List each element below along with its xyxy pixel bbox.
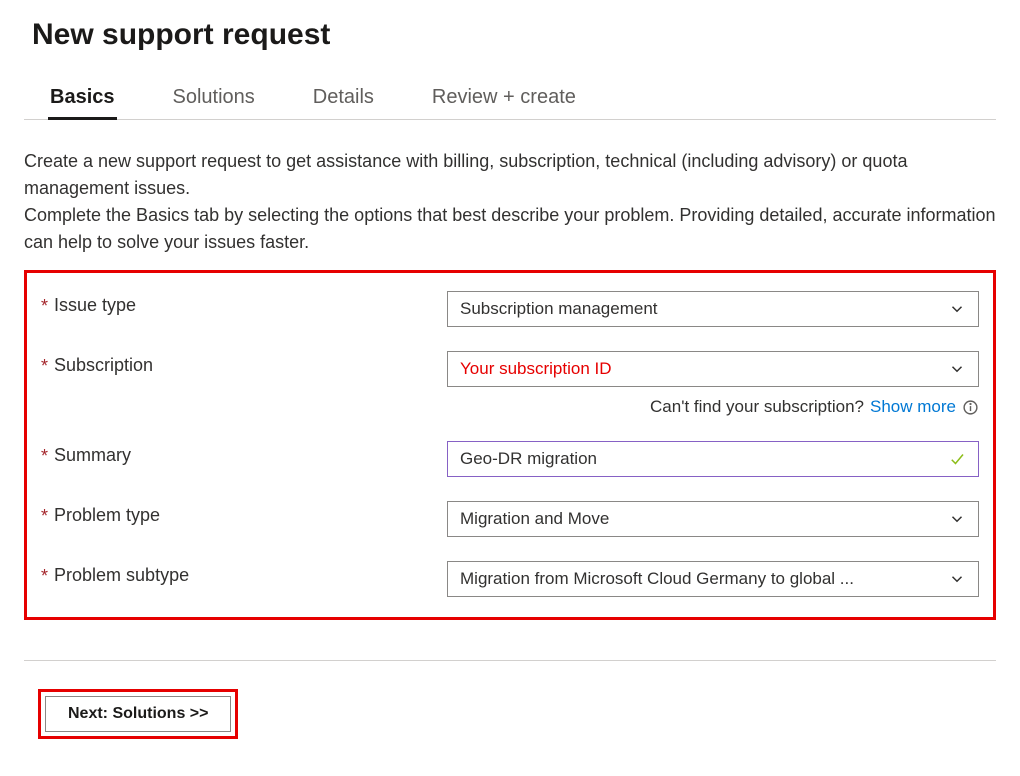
form-highlight-box: * Issue type Subscription management * S… [24, 270, 996, 620]
required-star: * [41, 567, 48, 585]
tab-basics[interactable]: Basics [48, 80, 117, 119]
input-summary-value: Geo-DR migration [460, 449, 597, 469]
footer-divider [24, 660, 996, 661]
required-star: * [41, 447, 48, 465]
chevron-down-icon [948, 510, 966, 528]
label-issue-type: Issue type [54, 295, 136, 316]
tab-review-create[interactable]: Review + create [430, 80, 578, 119]
subscription-helper-text: Can't find your subscription? [650, 397, 864, 417]
next-button-highlight: Next: Solutions >> [38, 689, 238, 739]
tab-solutions[interactable]: Solutions [171, 80, 257, 119]
select-issue-type[interactable]: Subscription management [447, 291, 979, 327]
select-subscription-value: Your subscription ID [460, 359, 612, 379]
description-text: Create a new support request to get assi… [24, 148, 996, 256]
next-solutions-button[interactable]: Next: Solutions >> [45, 696, 231, 732]
label-subscription: Subscription [54, 355, 153, 376]
select-problem-subtype[interactable]: Migration from Microsoft Cloud Germany t… [447, 561, 979, 597]
input-summary[interactable]: Geo-DR migration [447, 441, 979, 477]
label-summary: Summary [54, 445, 131, 466]
required-star: * [41, 357, 48, 375]
row-problem-subtype: * Problem subtype Migration from Microso… [41, 561, 979, 597]
checkmark-icon [948, 450, 966, 468]
row-problem-type: * Problem type Migration and Move [41, 501, 979, 537]
label-problem-subtype: Problem subtype [54, 565, 189, 586]
page-title: New support request [32, 18, 996, 52]
select-problem-subtype-value: Migration from Microsoft Cloud Germany t… [460, 569, 854, 589]
select-problem-type-value: Migration and Move [460, 509, 609, 529]
tab-details[interactable]: Details [311, 80, 376, 119]
row-issue-type: * Issue type Subscription management [41, 291, 979, 327]
chevron-down-icon [948, 570, 966, 588]
description-line-2: Complete the Basics tab by selecting the… [24, 205, 996, 252]
tabs: Basics Solutions Details Review + create [24, 80, 996, 120]
row-subscription: * Subscription Your subscription ID Can'… [41, 351, 979, 417]
select-issue-type-value: Subscription management [460, 299, 658, 319]
required-star: * [41, 507, 48, 525]
select-problem-type[interactable]: Migration and Move [447, 501, 979, 537]
description-line-1: Create a new support request to get assi… [24, 151, 907, 198]
label-problem-type: Problem type [54, 505, 160, 526]
info-icon [962, 399, 979, 416]
subscription-helper: Can't find your subscription? Show more [447, 397, 979, 417]
show-more-link[interactable]: Show more [870, 397, 956, 417]
row-summary: * Summary Geo-DR migration [41, 441, 979, 477]
chevron-down-icon [948, 300, 966, 318]
select-subscription[interactable]: Your subscription ID [447, 351, 979, 387]
required-star: * [41, 297, 48, 315]
chevron-down-icon [948, 360, 966, 378]
